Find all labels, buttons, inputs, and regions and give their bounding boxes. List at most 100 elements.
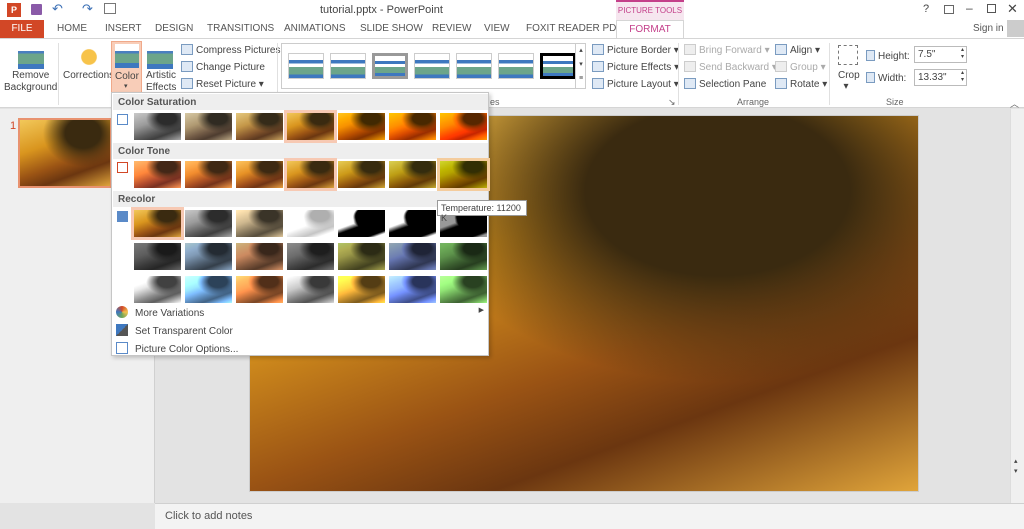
saturation-option[interactable] [185, 113, 232, 140]
picture-style[interactable] [498, 53, 534, 79]
avatar[interactable] [1007, 20, 1024, 37]
dialog-launcher-icon[interactable]: ↘ [668, 97, 676, 108]
notes-placeholder[interactable]: Click to add notes [165, 510, 252, 522]
label: Artistic [146, 70, 176, 81]
saturation-option[interactable] [284, 110, 337, 143]
recolor-option[interactable] [338, 276, 385, 303]
tab-file[interactable]: FILE [0, 20, 44, 38]
tone-option[interactable] [284, 158, 337, 191]
tab-design[interactable]: DESIGN [155, 20, 193, 38]
recolor-option[interactable] [389, 210, 436, 237]
close-button[interactable]: ✕ [1007, 1, 1018, 17]
selection-pane-button[interactable]: Selection Pane [684, 78, 766, 90]
recolor-option[interactable] [134, 243, 181, 270]
recolor-option[interactable] [185, 276, 232, 303]
recolor-option[interactable] [287, 276, 334, 303]
tab-animations[interactable]: ANIMATIONS [284, 20, 345, 38]
recolor-option[interactable] [338, 210, 385, 237]
notes-pane[interactable]: Click to add notes [155, 503, 1024, 529]
recolor-option[interactable] [134, 276, 181, 303]
recolor-option[interactable] [185, 243, 232, 270]
recolor-option[interactable] [389, 243, 436, 270]
restore-button[interactable] [987, 4, 996, 13]
recolor-option[interactable] [440, 276, 487, 303]
recolor-option[interactable] [236, 210, 283, 237]
tab-slide-show[interactable]: SLIDE SHOW [360, 20, 423, 38]
recolor-option[interactable] [389, 276, 436, 303]
color-wheel-icon [116, 306, 128, 318]
picture-styles-gallery[interactable]: ▴ ▾ ≡ [281, 43, 586, 89]
bring-forward-button[interactable]: Bring Forward ▾ [684, 44, 770, 56]
redo-icon[interactable]: ↷ [82, 1, 93, 17]
help-button[interactable]: ? [923, 3, 929, 15]
crop-button[interactable]: Crop ▾ [838, 70, 860, 92]
tab-insert[interactable]: INSERT [105, 20, 142, 38]
slide-thumbnail[interactable] [18, 118, 112, 188]
minimize-button[interactable]: – [966, 1, 973, 15]
tab-transitions[interactable]: TRANSITIONS [207, 20, 274, 38]
rotate-button[interactable]: Rotate ▾ [775, 78, 827, 90]
tab-foxit-reader-pdf[interactable]: FOXIT READER PDF [526, 20, 623, 38]
set-transparent-color-item[interactable]: Set Transparent Color [116, 324, 233, 337]
recolor-option[interactable] [236, 276, 283, 303]
recolor-option[interactable] [338, 243, 385, 270]
group-button[interactable]: Group ▾ [775, 61, 826, 73]
picture-style[interactable] [372, 53, 408, 79]
corrections-button[interactable]: Corrections [63, 70, 114, 81]
sign-in-link[interactable]: Sign in [973, 20, 1004, 38]
recolor-option[interactable] [440, 243, 487, 270]
saturation-option[interactable] [440, 113, 487, 140]
saturation-option[interactable] [389, 113, 436, 140]
vertical-scrollbar[interactable]: ▴ ▾ [1010, 109, 1024, 503]
saturation-option[interactable] [338, 113, 385, 140]
more-variations-item[interactable]: More Variations ▶ [116, 306, 484, 319]
artistic-effects-button[interactable]: Artistic Effects [146, 70, 176, 94]
remove-background-button[interactable]: Remove Background [4, 70, 57, 94]
undo-icon[interactable]: ↶ [52, 1, 63, 17]
tone-option[interactable] [389, 161, 436, 188]
label: Bring Forward [699, 45, 762, 56]
color-button[interactable]: Color ▾ [111, 41, 142, 93]
tab-home[interactable]: HOME [57, 20, 87, 38]
recolor-option[interactable] [185, 210, 232, 237]
tone-option[interactable] [236, 161, 283, 188]
scroll-buttons[interactable]: ▴ ▾ [1014, 457, 1018, 477]
tab-view[interactable]: VIEW [484, 20, 510, 38]
picture-effects-button[interactable]: Picture Effects ▾ [592, 61, 679, 73]
tone-option[interactable] [338, 161, 385, 188]
align-button[interactable]: Align ▾ [775, 44, 820, 56]
width-input[interactable]: 13.33" ▴ ▾ [914, 69, 967, 86]
picture-border-button[interactable]: Picture Border ▾ [592, 44, 679, 56]
tone-option[interactable] [134, 161, 181, 188]
label: Picture Layout [607, 79, 671, 90]
tone-option[interactable] [437, 158, 490, 191]
send-backward-button[interactable]: Send Backward ▾ [684, 61, 777, 73]
picture-style[interactable] [456, 53, 492, 79]
picture-layout-button[interactable]: Picture Layout ▾ [592, 78, 679, 90]
save-icon[interactable] [31, 4, 42, 15]
saturation-option[interactable] [134, 113, 181, 140]
recolor-option[interactable] [236, 243, 283, 270]
picture-color-options-item[interactable]: Picture Color Options... [116, 342, 238, 355]
tab-review[interactable]: REVIEW [432, 20, 471, 38]
picture-style[interactable] [414, 53, 450, 79]
picture-style[interactable] [540, 53, 576, 79]
selection-pane-icon [684, 78, 696, 89]
powerpoint-logo-icon: P [7, 3, 21, 17]
gallery-scroll[interactable]: ▴ ▾ ≡ [575, 44, 586, 88]
label: Set Transparent Color [135, 326, 233, 337]
height-input[interactable]: 7.5" ▴ ▾ [914, 46, 967, 63]
recolor-option[interactable] [287, 243, 334, 270]
compress-pictures-button[interactable]: Compress Pictures [181, 44, 280, 56]
ribbon-display-options-icon[interactable] [944, 5, 954, 14]
recolor-option[interactable] [287, 210, 334, 237]
picture-style[interactable] [330, 53, 366, 79]
tab-format[interactable]: FORMAT [616, 20, 684, 39]
picture-style[interactable] [288, 53, 324, 79]
change-picture-button[interactable]: Change Picture [181, 61, 265, 73]
slideshow-from-start-icon[interactable] [104, 3, 116, 14]
recolor-option[interactable] [131, 207, 184, 240]
tone-option[interactable] [185, 161, 232, 188]
reset-picture-button[interactable]: Reset Picture ▾ [181, 78, 264, 90]
saturation-option[interactable] [236, 113, 283, 140]
